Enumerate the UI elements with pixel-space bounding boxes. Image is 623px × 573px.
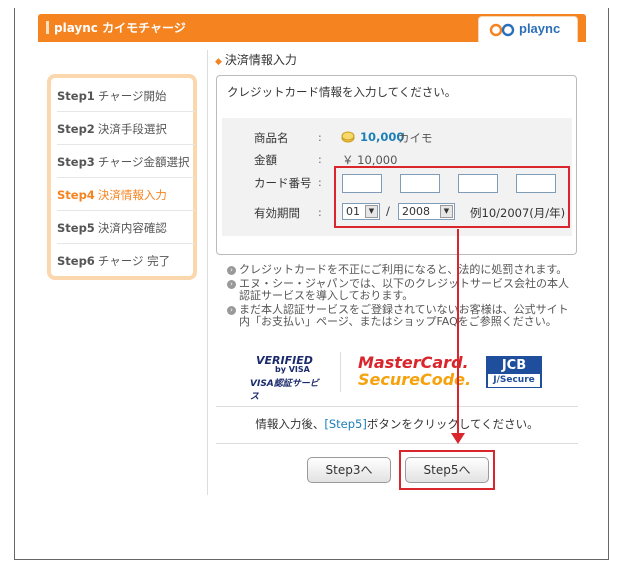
jcb-jsecure-logo: JCB J/Secure — [486, 356, 542, 388]
step-num: Step6 — [57, 254, 95, 268]
step3-back-button[interactable]: Step3へ — [307, 457, 391, 483]
colon: : — [318, 131, 322, 144]
bullet-icon: ◆ — [215, 57, 222, 67]
highlight-box-card — [334, 166, 570, 228]
step-label: 決済情報入力 — [97, 188, 167, 202]
mc-logo-text: MasterCard. — [358, 353, 469, 372]
mastercard-securecode-logo: MasterCard. SecureCode. — [358, 353, 472, 389]
logo-divider — [340, 352, 341, 392]
card-brand-logos: VERIFIED by VISA VISA認証サービス MasterCard. … — [250, 352, 550, 402]
step-num: Step1 — [57, 89, 95, 103]
expiry-label: 有効期間 — [254, 206, 300, 220]
mc-logo-text: SecureCode. — [358, 370, 472, 389]
notice-text: エヌ・シー・ジャパンでは、以下のクレジットサービス会社の本人認証サービスを導入し… — [239, 276, 569, 302]
instruction-text: 情報入力後、[Step5]ボタンをクリックしてください。 — [216, 416, 578, 432]
divider — [216, 443, 578, 444]
step-label: チャージ 完了 — [97, 254, 171, 268]
step-num: Step3 — [57, 155, 95, 169]
notice-list: › クレジットカードを不正にご利用になると、法的に処罰されます。 › エヌ・シー・ジ… — [227, 263, 572, 330]
notice-text: クレジットカードを不正にご利用になると、法的に処罰されます。 — [239, 263, 568, 276]
annotation-arrow-head-icon — [451, 433, 465, 444]
step-label: 決済手段選択 — [97, 122, 167, 136]
step-label: チャージ開始 — [97, 89, 167, 103]
step-item-4: Step4 決済情報入力 — [57, 179, 195, 211]
jcb-logo-text: JCB — [501, 358, 527, 373]
step-label: 決済内容確認 — [97, 221, 167, 235]
jcb-logo-text: J/Secure — [488, 374, 540, 387]
section-title: ◆ 決済情報入力 — [215, 51, 297, 68]
step-item-2: Step2 決済手段選択 — [57, 113, 195, 145]
arrow-bullet-icon: › — [227, 305, 236, 315]
plaync-logo-text: plaync — [519, 21, 561, 36]
step-item-1: Step1 チャージ開始 — [57, 80, 195, 112]
coin-icon — [341, 131, 355, 143]
step-label: チャージ金額選択 — [97, 155, 190, 169]
header-pipe — [46, 21, 49, 34]
highlight-box-next — [399, 450, 495, 490]
instruction-suffix: ボタンをクリックしてください。 — [366, 417, 539, 431]
step-num: Step4 — [57, 188, 95, 202]
annotation-arrow-line — [457, 229, 459, 437]
step-item-5: Step5 決済内容確認 — [57, 212, 195, 244]
notice-item: › まだ本人認証サービスをご登録されていないお客様は、公式サイト内「お支払い」ペー… — [227, 302, 572, 329]
colon: : — [318, 176, 322, 189]
colon: : — [318, 153, 322, 166]
step-num: Step2 — [57, 122, 95, 136]
colon: : — [318, 206, 322, 219]
section-title-text: 決済情報入力 — [224, 53, 297, 67]
product-unit: カイモ — [398, 131, 433, 145]
panel-instruction: クレジットカード情報を入力してください。 — [227, 85, 457, 99]
divider — [216, 406, 578, 407]
product-label: 商品名 — [254, 131, 289, 145]
plaync-logo-icon — [489, 23, 515, 37]
step-item-3: Step3 チャージ金額選択 — [57, 146, 195, 178]
notice-item: › エヌ・シー・ジャパンでは、以下のクレジットサービス会社の本人認証サービスを導入… — [227, 276, 572, 303]
notice-text: まだ本人認証サービスをご登録されていないお客様は、公式サイト内「お支払い」ページ… — [239, 302, 569, 328]
header-title: plaync カイモチャージ — [54, 21, 186, 35]
step-item-6: Step6 チャージ 完了 — [57, 245, 195, 277]
plaync-logo: plaync — [478, 16, 578, 42]
arrow-bullet-icon: › — [227, 279, 236, 289]
step5-link-text: [Step5] — [324, 417, 367, 431]
instruction-prefix: 情報入力後、 — [255, 417, 325, 431]
amount-label: 金額 — [254, 153, 277, 167]
arrow-bullet-icon: › — [227, 266, 236, 275]
visa-logo-text: by VISA — [275, 365, 310, 374]
verified-by-visa-logo: VERIFIED by VISA VISA認証サービス — [250, 354, 325, 402]
card-number-label: カード番号 — [254, 176, 312, 190]
step-num: Step5 — [57, 221, 95, 235]
step-sidebar: Step1 チャージ開始 Step2 決済手段選択 Step3 チャージ金額選択 St… — [47, 74, 197, 280]
content-divider — [207, 50, 208, 495]
notice-item: › クレジットカードを不正にご利用になると、法的に処罰されます。 — [227, 263, 572, 277]
visa-logo-text: VISA認証サービス — [250, 379, 319, 402]
